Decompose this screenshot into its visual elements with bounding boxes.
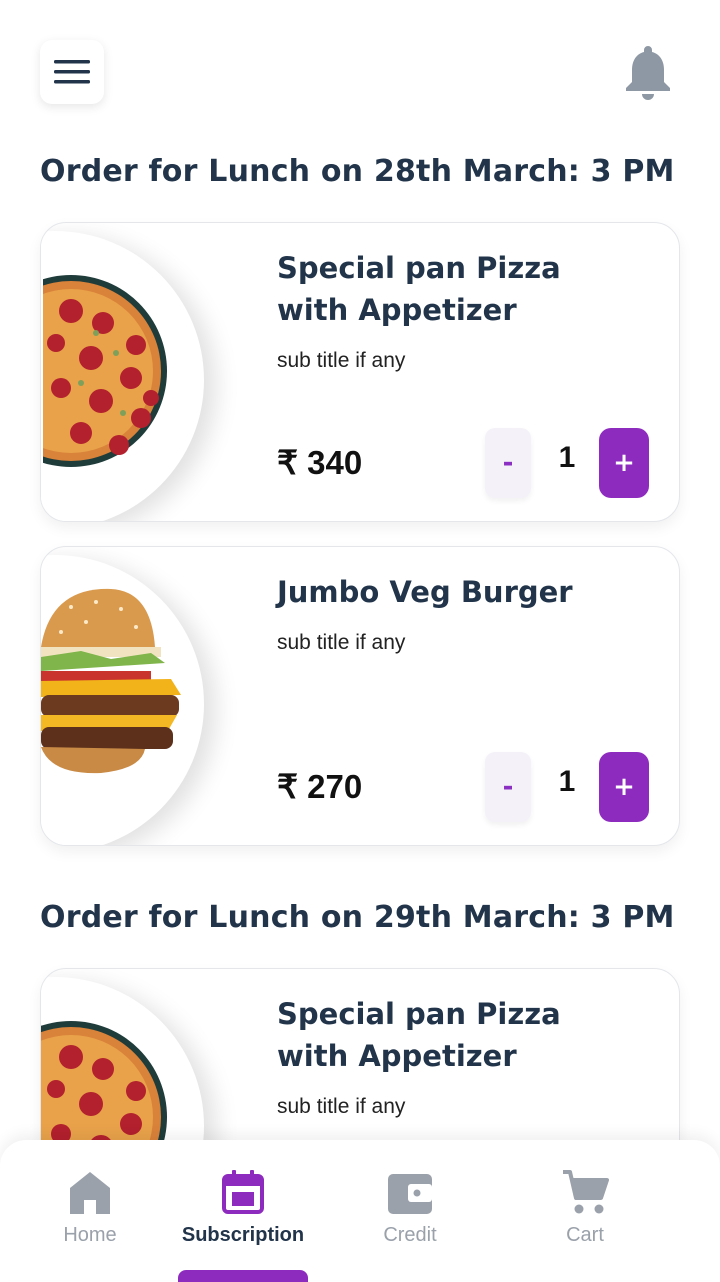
nav-label: Cart	[566, 1224, 604, 1246]
wallet-icon	[388, 1174, 432, 1214]
item-name: Special pan Pizza with Appetizer	[277, 997, 561, 1073]
nav-label: Home	[63, 1224, 117, 1246]
order-list[interactable]: Order for Lunch on 28th March: 3 PM Spec…	[0, 130, 720, 1140]
nav-item-home[interactable]: Home	[15, 1168, 165, 1247]
decrease-quantity-button[interactable]: -	[485, 428, 531, 498]
top-bar	[0, 0, 720, 130]
pizza-image	[41, 223, 167, 521]
nav-label: Credit	[383, 1224, 437, 1246]
decrease-quantity-button[interactable]: -	[485, 752, 531, 822]
nav-label: Subscription	[181, 1224, 305, 1246]
item-subtitle: sub title if any	[277, 349, 406, 372]
cart-icon	[563, 1170, 609, 1214]
increase-quantity-button[interactable]: +	[599, 428, 649, 498]
item-price: ₹ 340	[277, 444, 363, 481]
increase-quantity-button[interactable]: +	[599, 752, 649, 822]
item-price: ₹ 270	[277, 768, 363, 805]
active-tab-indicator	[178, 1270, 308, 1282]
section-title: Order for Lunch on 29th March: 3 PM	[40, 900, 675, 935]
food-item-card[interactable]: Jumbo Veg Burger sub title if any ₹ 270 …	[40, 546, 680, 846]
section-title: Order for Lunch on 28th March: 3 PM	[40, 154, 675, 189]
item-subtitle: sub title if any	[277, 1095, 406, 1118]
calendar-icon	[222, 1170, 264, 1214]
nav-item-credit[interactable]: Credit	[335, 1168, 485, 1247]
item-subtitle: sub title if any	[277, 631, 406, 654]
home-icon	[70, 1172, 110, 1214]
hamburger-menu-icon	[54, 60, 90, 84]
bottom-navigation: Home Subscription Credit Cart	[0, 1140, 720, 1282]
menu-button[interactable]	[40, 40, 104, 104]
food-item-card[interactable]: Special pan Pizza with Appetizer sub tit…	[40, 968, 680, 1140]
burger-image	[41, 588, 181, 774]
item-name: Special pan Pizza with Appetizer	[277, 251, 561, 327]
item-name: Jumbo Veg Burger	[277, 575, 573, 609]
quantity-value: 1	[558, 441, 576, 474]
nav-item-cart[interactable]: Cart	[510, 1168, 660, 1247]
bell-icon[interactable]	[624, 44, 672, 100]
nav-item-subscription[interactable]: Subscription	[168, 1168, 318, 1247]
pizza-image	[41, 1021, 167, 1140]
quantity-value: 1	[558, 765, 576, 798]
food-item-card[interactable]: Special pan Pizza with Appetizer sub tit…	[40, 222, 680, 522]
